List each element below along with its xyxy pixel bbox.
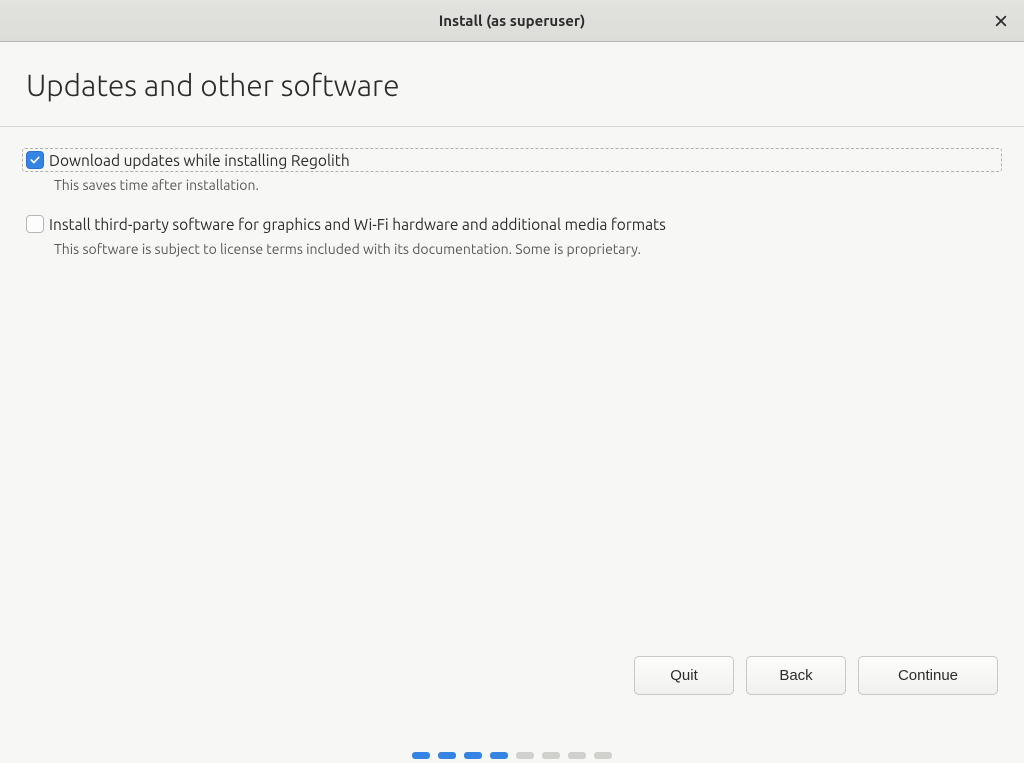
close-icon[interactable] <box>990 10 1012 32</box>
progress-dots <box>412 752 612 759</box>
page-header: Updates and other software <box>0 42 1024 127</box>
options-area: Download updates while installing Regoli… <box>0 127 1024 257</box>
option-row-third-party[interactable]: Install third-party software for graphic… <box>26 215 998 233</box>
continue-button[interactable]: Continue <box>858 656 998 695</box>
content-area: Updates and other software Download upda… <box>0 42 1024 257</box>
button-bar: Quit Back Continue <box>634 656 998 695</box>
quit-button[interactable]: Quit <box>634 656 734 695</box>
progress-dot <box>594 752 612 759</box>
progress-dot <box>542 752 560 759</box>
progress-dot <box>490 752 508 759</box>
progress-dot <box>568 752 586 759</box>
option-download-updates: Download updates while installing Regoli… <box>26 148 998 193</box>
label-third-party[interactable]: Install third-party software for graphic… <box>49 216 666 233</box>
desc-download-updates: This saves time after installation. <box>54 177 998 193</box>
option-row-download-updates[interactable]: Download updates while installing Regoli… <box>22 148 1002 172</box>
label-download-updates[interactable]: Download updates while installing Regoli… <box>49 152 350 169</box>
checkbox-download-updates[interactable] <box>26 151 44 169</box>
checkbox-third-party[interactable] <box>26 215 44 233</box>
titlebar: Install (as superuser) <box>0 0 1024 42</box>
progress-dot <box>516 752 534 759</box>
progress-dot <box>464 752 482 759</box>
page-title: Updates and other software <box>26 68 998 102</box>
progress-dot <box>438 752 456 759</box>
desc-third-party: This software is subject to license term… <box>54 241 998 257</box>
option-third-party: Install third-party software for graphic… <box>26 215 998 257</box>
back-button[interactable]: Back <box>746 656 846 695</box>
window-title: Install (as superuser) <box>439 12 586 29</box>
progress-dot <box>412 752 430 759</box>
